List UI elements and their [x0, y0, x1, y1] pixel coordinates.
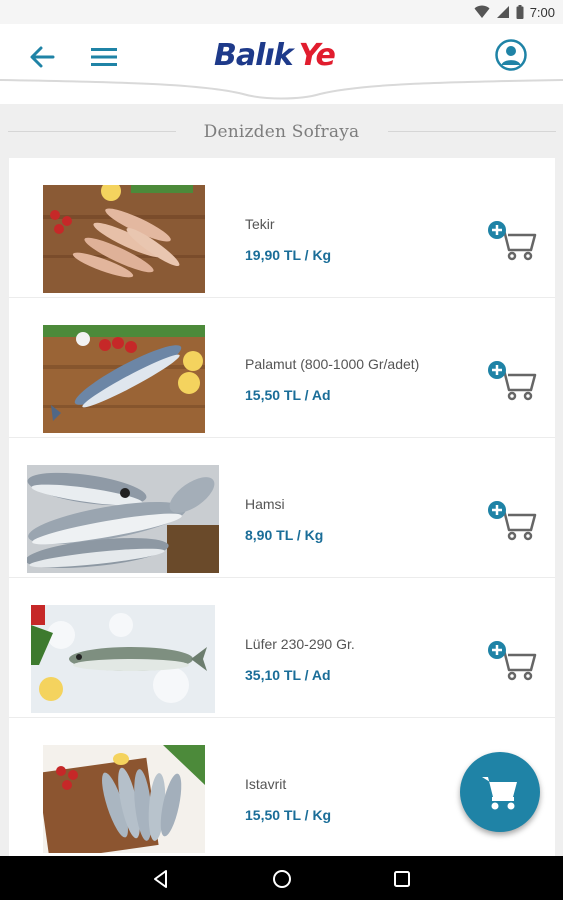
- cart-icon: [482, 777, 517, 810]
- account-circle-icon: [495, 39, 527, 71]
- menu-button[interactable]: [88, 41, 120, 73]
- cart-button[interactable]: [460, 752, 540, 832]
- add-to-cart-button[interactable]: [487, 358, 541, 404]
- product-row[interactable]: Lüfer 230-290 Gr. 35,10 TL / Ad: [9, 578, 555, 718]
- signal-icon: [496, 6, 509, 18]
- add-to-cart-button[interactable]: [487, 498, 541, 544]
- product-row[interactable]: Tekir 19,90 TL / Kg: [9, 158, 555, 298]
- header-wave-divider: [0, 74, 563, 100]
- battery-icon: [516, 5, 524, 19]
- cart-plus-icon: [488, 641, 537, 681]
- product-name: Hamsi: [245, 496, 285, 512]
- section-header: Denizden Sofraya: [0, 112, 563, 152]
- cart-plus-icon: [488, 221, 537, 261]
- cart-plus-icon: [488, 501, 537, 541]
- nav-back-icon[interactable]: [150, 868, 172, 890]
- product-row[interactable]: Palamut (800-1000 Gr/adet) 15,50 TL / Ad: [9, 298, 555, 438]
- hamburger-icon: [91, 48, 117, 66]
- product-image: [31, 605, 215, 713]
- product-image: [43, 325, 205, 433]
- nav-recents-icon[interactable]: [391, 868, 413, 890]
- product-image: [27, 465, 219, 573]
- arrow-left-icon: [30, 46, 55, 68]
- product-price: 8,90 TL / Kg: [245, 527, 324, 543]
- product-price: 15,50 TL / Kg: [245, 807, 332, 823]
- product-name: Lüfer 230-290 Gr.: [245, 636, 355, 652]
- product-row[interactable]: Hamsi 8,90 TL / Kg: [9, 438, 555, 578]
- add-to-cart-button[interactable]: [487, 218, 541, 264]
- profile-button[interactable]: [494, 38, 528, 72]
- product-price: 19,90 TL / Kg: [245, 247, 332, 263]
- wifi-icon: [474, 5, 490, 18]
- product-name: Palamut (800-1000 Gr/adet): [245, 356, 420, 372]
- product-name: Istavrit: [245, 776, 287, 792]
- product-price: 15,50 TL / Ad: [245, 387, 331, 403]
- product-price: 35,10 TL / Ad: [245, 667, 331, 683]
- back-button[interactable]: [26, 41, 58, 73]
- cart-plus-icon: [488, 361, 537, 401]
- section-title: Denizden Sofraya: [203, 122, 360, 142]
- product-list: Tekir 19,90 TL / Kg Palamut (800-1000 Gr…: [9, 158, 555, 858]
- logo-text-primary: Balık: [214, 38, 294, 73]
- nav-home-icon[interactable]: [271, 868, 293, 890]
- system-navigation-bar: [0, 856, 563, 900]
- divider-line: [8, 131, 176, 132]
- product-image: [43, 185, 205, 293]
- product-name: Tekir: [245, 216, 275, 232]
- status-bar: 7:00: [0, 0, 563, 24]
- status-time: 7:00: [529, 4, 555, 20]
- add-to-cart-button[interactable]: [487, 638, 541, 684]
- divider-line: [388, 131, 556, 132]
- app-logo: Balık Ye: [214, 38, 336, 78]
- product-image: [43, 745, 205, 853]
- logo-text-accent: Ye: [298, 38, 336, 73]
